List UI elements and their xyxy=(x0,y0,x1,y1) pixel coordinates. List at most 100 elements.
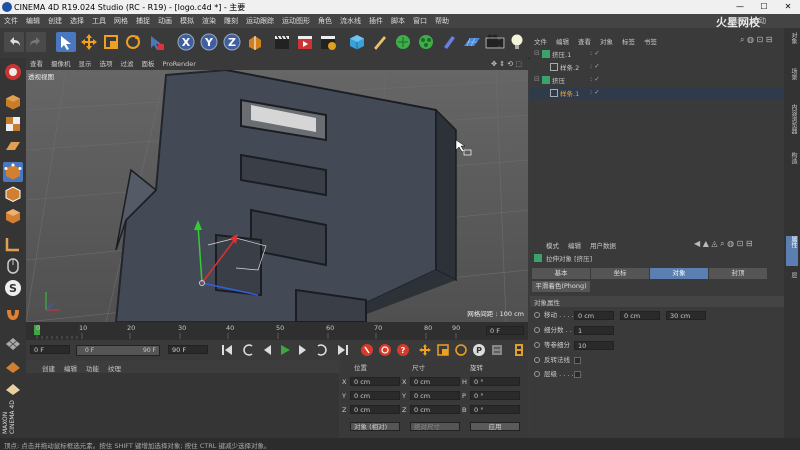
viewport-menu-camera[interactable]: 摄像机 xyxy=(47,58,75,70)
polygons-mode-button[interactable] xyxy=(3,206,23,226)
menu-create[interactable]: 创建 xyxy=(44,14,66,28)
x-axis-lock-button[interactable]: X xyxy=(176,32,196,52)
undo-button[interactable] xyxy=(4,32,24,52)
hierarchical-checkbox[interactable] xyxy=(574,371,581,378)
tab-attributes[interactable]: 属性 xyxy=(786,236,798,266)
visibility-dots[interactable]: : ✓ xyxy=(590,88,600,96)
coord-mode-select[interactable]: 对象 (相对) xyxy=(350,422,400,431)
isoparm-field[interactable]: 10 xyxy=(574,341,614,350)
goto-start-button[interactable] xyxy=(220,343,234,357)
visibility-dots[interactable]: : ✓ xyxy=(590,62,600,70)
size-y-field[interactable]: 0 cm xyxy=(410,391,460,400)
move-z-field[interactable]: 30 cm xyxy=(666,311,706,320)
tab-takes[interactable]: 场景 xyxy=(786,68,798,98)
prev-frame-button[interactable] xyxy=(260,343,274,357)
anim-dot[interactable] xyxy=(534,371,540,377)
material-menu-edit[interactable]: 编辑 xyxy=(64,363,77,373)
menu-sculpt[interactable]: 雕刻 xyxy=(220,14,242,28)
key-rotation-button[interactable] xyxy=(454,343,468,357)
render-settings-button[interactable] xyxy=(318,32,338,52)
frame-range-slider[interactable]: 0 F 90 F xyxy=(76,345,160,356)
start-frame-field[interactable]: 0 F xyxy=(30,345,70,354)
next-frame-button[interactable] xyxy=(296,343,310,357)
attr-menu-edit[interactable]: 编辑 xyxy=(568,240,581,250)
snap-button[interactable]: S xyxy=(3,278,23,298)
make-editable-button[interactable] xyxy=(3,62,23,82)
size-z-field[interactable]: 0 cm xyxy=(410,405,460,414)
tab-coord[interactable]: 坐标 xyxy=(591,268,649,279)
close-button[interactable]: ✕ xyxy=(776,0,800,14)
menu-file[interactable]: 文件 xyxy=(0,14,22,28)
apply-button[interactable]: 应用 xyxy=(470,422,520,431)
subdivision-field[interactable]: 1 xyxy=(574,326,614,335)
material-menu-create[interactable]: 创建 xyxy=(42,363,55,373)
visibility-dots[interactable]: : ✓ xyxy=(590,75,600,83)
flip-normals-checkbox[interactable] xyxy=(574,357,581,364)
anim-dot[interactable] xyxy=(534,312,540,318)
menu-script[interactable]: 脚本 xyxy=(387,14,409,28)
end-frame-field[interactable]: 90 F xyxy=(168,345,208,354)
key-parameter-button[interactable]: P xyxy=(472,343,486,357)
obj-menu-view[interactable]: 查看 xyxy=(578,36,591,46)
redo-button[interactable] xyxy=(26,32,46,52)
move-button[interactable] xyxy=(79,32,99,52)
menu-motion-tracker[interactable]: 运动跟踪 xyxy=(242,14,278,28)
deformer-button[interactable] xyxy=(439,32,459,52)
object-row-spline-2[interactable]: 样条.2 : ✓ xyxy=(530,61,784,73)
record-keys-button[interactable] xyxy=(360,343,374,357)
current-frame-field[interactable]: 0 F xyxy=(486,326,524,335)
perspective-viewport[interactable]: 透视视图 网格间距 : 100 cm xyxy=(26,70,528,322)
obj-menu-edit[interactable]: 编辑 xyxy=(556,36,569,46)
recent-tool-button[interactable] xyxy=(146,32,166,52)
tab-structure[interactable]: 构造 xyxy=(786,152,798,182)
layer-button[interactable] xyxy=(3,334,23,354)
obj-menu-bookmarks[interactable]: 书签 xyxy=(644,36,657,46)
visibility-dots[interactable]: : ✓ xyxy=(590,49,600,57)
tab-phong[interactable]: 平滑着色(Phong) xyxy=(532,281,590,292)
position-z-field[interactable]: 0 cm xyxy=(350,405,400,414)
rotate-button[interactable] xyxy=(123,32,143,52)
tab-layers[interactable]: 层 xyxy=(786,272,798,302)
workplane-mode-button[interactable] xyxy=(3,136,23,156)
menu-edit[interactable]: 编辑 xyxy=(22,14,44,28)
layout-select[interactable]: 启动 xyxy=(752,16,766,26)
rotation-p-field[interactable]: 0 ° xyxy=(470,391,520,400)
object-row-spline-1[interactable]: 样条.1 : ✓ xyxy=(530,87,784,99)
menu-simulate[interactable]: 模拟 xyxy=(176,14,198,28)
maximize-button[interactable]: ☐ xyxy=(752,0,776,14)
cloner-button[interactable] xyxy=(416,32,436,52)
minimize-button[interactable]: — xyxy=(728,0,752,14)
anim-dot[interactable] xyxy=(534,357,540,363)
pen-spline-button[interactable] xyxy=(370,32,390,52)
viewport-menu-view[interactable]: 查看 xyxy=(26,58,47,70)
rotation-b-field[interactable]: 0 ° xyxy=(470,405,520,414)
camera-button[interactable] xyxy=(485,32,505,52)
key-scale-button[interactable] xyxy=(436,343,450,357)
menu-character[interactable]: 角色 xyxy=(314,14,336,28)
tab-content-browser[interactable]: 内容浏览器 xyxy=(786,104,798,144)
obj-menu-tags[interactable]: 标签 xyxy=(622,36,635,46)
tab-object[interactable]: 对象 xyxy=(650,268,708,279)
viewport-menu-options[interactable]: 选项 xyxy=(96,58,117,70)
timeline-ruler[interactable]: 0 10 20 30 40 50 60 70 80 90 0 F xyxy=(26,322,528,340)
menu-select[interactable]: 选择 xyxy=(66,14,88,28)
model-mode-button[interactable] xyxy=(3,92,23,112)
render-to-picture-viewer-button[interactable] xyxy=(295,32,315,52)
soft-selection-button[interactable] xyxy=(3,304,23,324)
attr-nav-icons[interactable]: ◀ ▲ ◬ ⌕ ◍ ⊡ ⊟ xyxy=(694,239,753,249)
size-mode-select[interactable]: 绝对尺寸 xyxy=(410,422,460,431)
expand-icon[interactable]: ⊟ xyxy=(534,75,540,83)
texture-mode-button[interactable] xyxy=(3,114,23,134)
timeline-window-button[interactable] xyxy=(512,343,526,357)
material-menu-function[interactable]: 功能 xyxy=(86,363,99,373)
enable-axis-button[interactable] xyxy=(3,234,23,254)
viewport-menu-display[interactable]: 显示 xyxy=(75,58,96,70)
menu-mograph[interactable]: 运动图形 xyxy=(278,14,314,28)
anim-dot[interactable] xyxy=(534,327,540,333)
object-row-extrude[interactable]: ⊟ 挤压 : ✓ xyxy=(530,74,784,86)
render-view-button[interactable] xyxy=(272,32,292,52)
menu-tools[interactable]: 工具 xyxy=(88,14,110,28)
viewport-menu-panel[interactable]: 面板 xyxy=(138,58,159,70)
cube-primitive-button[interactable] xyxy=(347,32,367,52)
menu-window[interactable]: 窗口 xyxy=(409,14,431,28)
